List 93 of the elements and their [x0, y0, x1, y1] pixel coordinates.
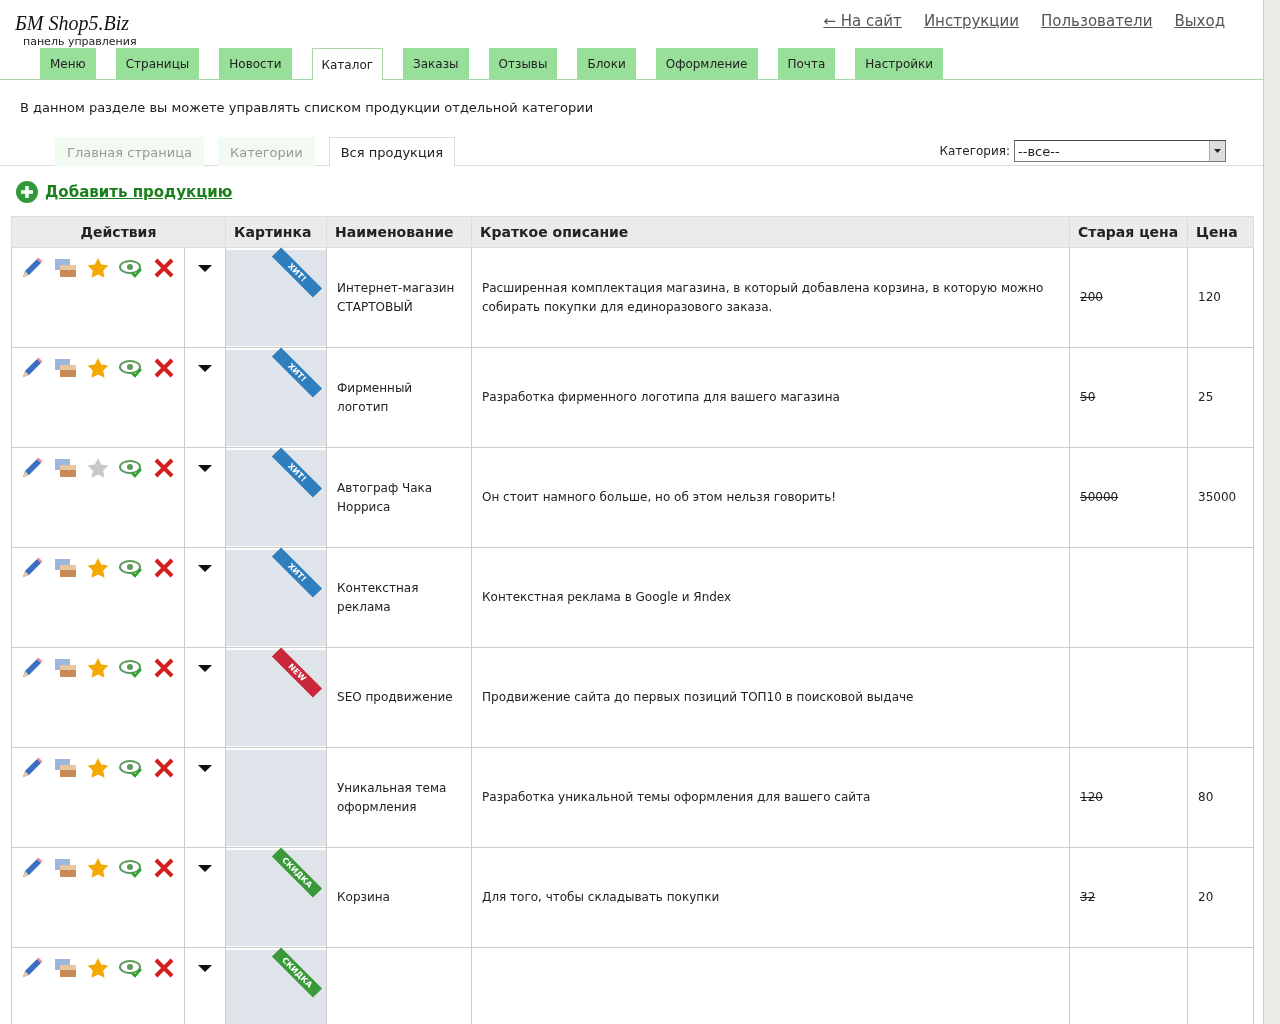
nav-tab[interactable]: Настройки	[855, 48, 944, 79]
product-description: Расширенная комплектация магазина, в который добавлена корзина, в которую можно собирать покупки для единоразового заказа.	[482, 280, 1044, 314]
eye-check-icon[interactable]	[119, 457, 143, 479]
star-icon[interactable]	[86, 357, 110, 379]
header-link[interactable]: Выход	[1174, 12, 1225, 32]
images-icon[interactable]	[53, 457, 77, 479]
product-name: SEO продвижение	[337, 690, 453, 704]
add-product-link[interactable]: Добавить продукцию	[45, 183, 233, 201]
product-description: Контекстная реклама в Google и Яndex	[482, 590, 732, 604]
product-description: Разработка уникальной темы оформления для вашего сайта	[482, 790, 871, 804]
price: 35000	[1198, 490, 1237, 504]
star-icon[interactable]	[86, 657, 110, 679]
eye-check-icon[interactable]	[119, 557, 143, 579]
product-name: Контекстная реклама	[337, 580, 419, 614]
nav-tab[interactable]: Оформление	[655, 48, 758, 79]
old-price: 50	[1080, 390, 1096, 404]
price: 80	[1198, 790, 1214, 804]
star-icon[interactable]	[86, 957, 110, 979]
nav-tab[interactable]: Страницы	[115, 48, 200, 79]
eye-check-icon[interactable]	[119, 657, 143, 679]
eye-check-icon[interactable]	[119, 857, 143, 879]
star-icon[interactable]	[86, 757, 110, 779]
old-price: 50000	[1080, 490, 1119, 504]
nav-tab[interactable]: Каталог	[311, 48, 384, 80]
images-icon[interactable]	[53, 657, 77, 679]
header-link[interactable]: ← На сайт	[823, 12, 902, 32]
product-name: Уникальная тема оформления	[337, 780, 447, 814]
price: 20	[1198, 890, 1214, 904]
eye-check-icon[interactable]	[119, 357, 143, 379]
logo-title: БМ Shop5.Biz	[15, 12, 130, 35]
star-icon[interactable]	[86, 557, 110, 579]
add-icon[interactable]	[15, 180, 39, 204]
column-header: Действия	[11, 216, 226, 248]
header-link[interactable]: Пользователи	[1041, 12, 1153, 32]
delete-icon[interactable]	[152, 357, 176, 379]
product-name: Корзина	[337, 890, 390, 904]
nav-tab[interactable]: Заказы	[403, 48, 469, 79]
product-description: Он стоит намного больше, но об этом нельзя говорить!	[482, 490, 837, 504]
pencil-icon[interactable]	[20, 257, 44, 279]
product-name: Интернет-магазин СТАРТОВЫЙ	[337, 280, 455, 314]
eye-check-icon[interactable]	[119, 757, 143, 779]
column-header: Цена	[1187, 216, 1254, 248]
logo-subtitle: панель управления	[23, 35, 137, 48]
images-icon[interactable]	[53, 257, 77, 279]
column-header: Наименование	[326, 216, 472, 248]
images-icon[interactable]	[53, 857, 77, 879]
nav-tab[interactable]: Меню	[40, 48, 96, 79]
delete-icon[interactable]	[152, 657, 176, 679]
images-icon[interactable]	[53, 357, 77, 379]
nav-tab[interactable]: Почта	[777, 48, 836, 79]
header-link[interactable]: Инструкции	[923, 12, 1020, 32]
pencil-icon[interactable]	[20, 657, 44, 679]
product-description: Для того, чтобы складывать покупки	[482, 890, 720, 904]
star-icon[interactable]	[86, 857, 110, 879]
product-description: Продвижение сайта до первых позиций ТОП10 в поисковой выдаче	[482, 690, 914, 704]
eye-check-icon[interactable]	[119, 957, 143, 979]
images-icon[interactable]	[53, 557, 77, 579]
column-header: Старая цена	[1069, 216, 1188, 248]
delete-icon[interactable]	[152, 557, 176, 579]
column-header: Картинка	[225, 216, 327, 248]
nav-tab[interactable]: Новости	[219, 48, 292, 79]
images-icon[interactable]	[53, 757, 77, 779]
pencil-icon[interactable]	[20, 957, 44, 979]
eye-check-icon[interactable]	[119, 257, 143, 279]
category-select[interactable]: --все--	[1014, 140, 1226, 162]
sub-tab[interactable]: Вся продукция	[328, 137, 456, 166]
product-name: Автограф Чака Норриса	[337, 480, 433, 514]
scrollbar[interactable]	[1263, 0, 1280, 1024]
section-description: В данном разделе вы можете управлять списком продукции отдельной категории	[20, 100, 595, 115]
delete-icon[interactable]	[152, 957, 176, 979]
price: 25	[1198, 390, 1214, 404]
old-price: 120	[1080, 790, 1103, 804]
column-header: Краткое описание	[471, 216, 1070, 248]
product-description: Разработка фирменного логотипа для вашего магазина	[482, 390, 840, 404]
delete-icon[interactable]	[152, 257, 176, 279]
category-label: Категория:	[939, 144, 1010, 158]
delete-icon[interactable]	[152, 457, 176, 479]
pencil-icon[interactable]	[20, 857, 44, 879]
old-price: 200	[1080, 290, 1103, 304]
nav-tab[interactable]: Отзывы	[488, 48, 558, 79]
star-icon[interactable]	[86, 257, 110, 279]
price: 120	[1198, 290, 1221, 304]
nav-tab[interactable]: Блоки	[577, 48, 636, 79]
delete-icon[interactable]	[152, 857, 176, 879]
pencil-icon[interactable]	[20, 457, 44, 479]
pencil-icon[interactable]	[20, 557, 44, 579]
images-icon[interactable]	[53, 957, 77, 979]
pencil-icon[interactable]	[20, 357, 44, 379]
product-name: Фирменный логотип	[337, 380, 413, 414]
delete-icon[interactable]	[152, 757, 176, 779]
star-icon[interactable]	[86, 457, 110, 479]
old-price: 32	[1080, 890, 1096, 904]
pencil-icon[interactable]	[20, 757, 44, 779]
